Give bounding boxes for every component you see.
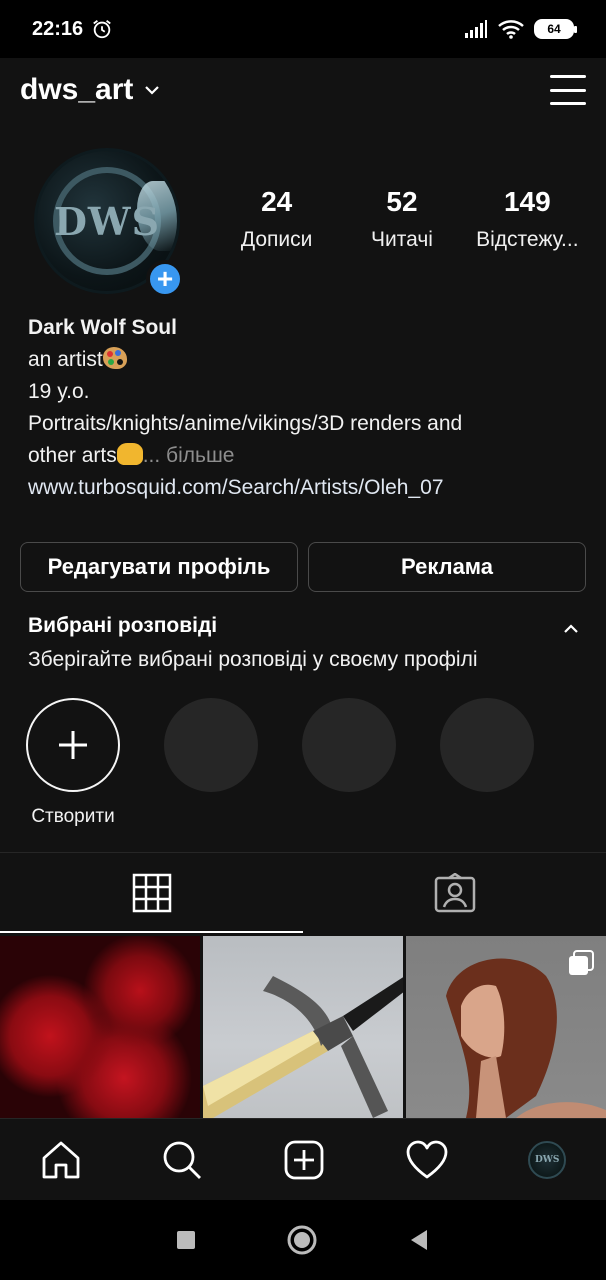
search-icon[interactable]: [161, 1139, 203, 1181]
tagged-icon: [434, 873, 475, 913]
profile-display-name: Dark Wolf Soul: [28, 316, 177, 339]
profile-stats: 24 Дописи 52 Читачі 149 Відстежу...: [214, 186, 590, 252]
promotions-button[interactable]: Реклама: [308, 542, 586, 592]
bio-description: Portraits/knights/anime/vikings/3D rende…: [28, 412, 463, 435]
avatar-logo-text: DWS: [53, 199, 161, 244]
new-highlight-circle[interactable]: [26, 698, 120, 792]
bottom-navigation: DWS: [0, 1118, 606, 1200]
bio-line: an artist: [28, 344, 588, 376]
grid-icon: [132, 873, 171, 913]
posts-grid: [0, 936, 606, 1118]
palette-emoji-icon: [102, 347, 127, 369]
raised-hands-emoji-icon: [116, 443, 143, 465]
post-thumbnail-portrait[interactable]: [406, 936, 606, 1118]
profile-content-tabs: [0, 853, 606, 933]
bio-age: 19 y.o.: [28, 380, 90, 403]
profile-website-link[interactable]: www.turbosquid.com/Search/Artists/Oleh_0…: [28, 472, 588, 504]
stat-posts-count: 24: [261, 186, 293, 217]
multiple-posts-icon: [569, 950, 594, 975]
sword-image: [203, 976, 403, 1118]
stat-followers-label: Читачі: [371, 228, 433, 251]
battery-level: 64: [547, 22, 561, 36]
profile-bio: Dark Wolf Soul an artist 19 y.o. Portrai…: [28, 312, 588, 504]
status-bar: 22:16 64: [0, 0, 606, 58]
highlight-placeholder: [440, 698, 534, 828]
post-thumbnail-sword[interactable]: [203, 936, 403, 1118]
story-highlights-row: Створити: [26, 698, 534, 828]
stat-followers-count: 52: [386, 186, 418, 217]
new-post-icon[interactable]: [283, 1139, 325, 1181]
highlights-title: Вибрані розповіді: [28, 614, 218, 637]
bio-text: other arts: [28, 444, 117, 467]
battery-icon: 64: [534, 19, 577, 39]
profile-avatar-container[interactable]: DWS +: [34, 148, 184, 298]
highlight-placeholder: [164, 698, 258, 828]
stat-followers[interactable]: 52 Читачі: [339, 186, 464, 252]
post-thumbnail-roses[interactable]: [0, 936, 200, 1118]
profile-avatar-tab[interactable]: DWS: [528, 1140, 567, 1179]
username-title[interactable]: dws_art: [20, 73, 133, 107]
signal-icon: [465, 20, 487, 38]
stat-posts[interactable]: 24 Дописи: [214, 186, 339, 252]
edit-profile-button[interactable]: Редагувати профіль: [20, 542, 298, 592]
home-icon[interactable]: [40, 1139, 82, 1181]
add-story-plus-icon[interactable]: +: [146, 260, 184, 298]
chevron-up-icon[interactable]: [562, 620, 580, 638]
bio-line: other arts ... більше: [28, 440, 588, 472]
plus-icon: [59, 731, 87, 759]
alarm-icon: [93, 20, 111, 39]
hamburger-menu-icon[interactable]: [550, 73, 586, 107]
stat-following-label: Відстежу...: [476, 228, 579, 251]
bio-more-link[interactable]: ... більше: [143, 444, 235, 467]
new-highlight[interactable]: Створити: [26, 698, 120, 828]
stat-posts-label: Дописи: [240, 228, 313, 251]
system-navigation-bar: [0, 1200, 606, 1280]
bio-text: an artist: [28, 348, 103, 371]
tab-grid[interactable]: [0, 853, 303, 933]
activity-heart-icon[interactable]: [405, 1139, 449, 1181]
chevron-down-icon[interactable]: [143, 81, 161, 99]
profile-actions: Редагувати профіль Реклама: [20, 542, 586, 592]
story-highlights-header: Вибрані розповіді Зберігайте вибрані роз…: [28, 614, 580, 672]
home-circle-icon[interactable]: [286, 1224, 318, 1256]
highlights-subtitle: Зберігайте вибрані розповіді у своєму пр…: [28, 648, 478, 671]
profile-header: dws_art: [0, 58, 606, 122]
recents-square-icon[interactable]: [175, 1229, 197, 1251]
new-highlight-label: Створити: [31, 806, 115, 827]
highlight-placeholder: [302, 698, 396, 828]
stat-following-count: 149: [503, 186, 551, 217]
tab-tagged[interactable]: [303, 853, 606, 933]
stat-following[interactable]: 149 Відстежу...: [465, 186, 590, 252]
wifi-icon: [498, 20, 524, 39]
back-triangle-icon[interactable]: [407, 1228, 431, 1252]
status-time: 22:16: [32, 17, 84, 40]
